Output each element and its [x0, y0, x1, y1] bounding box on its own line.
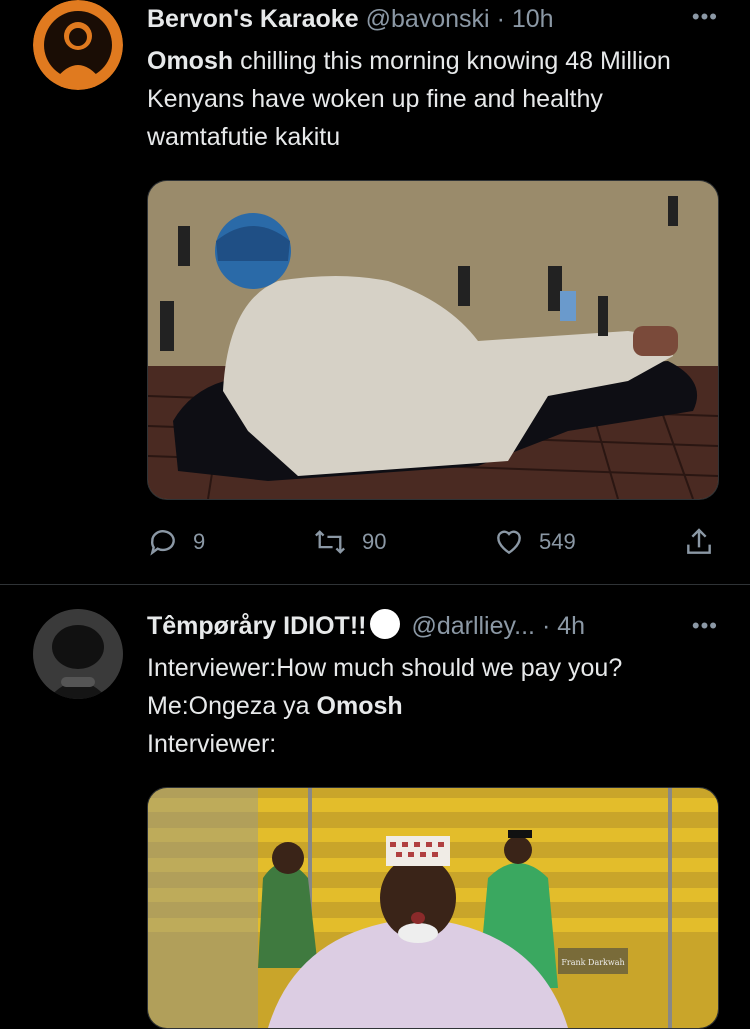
tweet-divider	[0, 584, 750, 585]
heart-icon	[497, 530, 521, 555]
reply-button[interactable]: 9	[147, 526, 205, 558]
tweet-line-3: Interviewer:	[147, 730, 277, 758]
tweet-photo[interactable]	[147, 180, 719, 500]
retweet-button[interactable]: 90	[312, 526, 386, 558]
author-name[interactable]: Têmpøråry IDIOT!!	[147, 612, 366, 640]
tweet-text: Interviewer:How much should we pay you? …	[147, 649, 717, 763]
more-options-icon[interactable]: •••	[692, 4, 718, 30]
photo-watermark: Frank Darkwah	[561, 958, 624, 967]
tweet-time[interactable]: · 10h	[497, 5, 554, 33]
author-avatar[interactable]	[33, 0, 123, 90]
share-button[interactable]	[683, 526, 715, 558]
like-button[interactable]: 549	[493, 526, 576, 558]
tweet-line-2-text: Me:Ongeza ya	[147, 692, 317, 720]
bold-mention: Omosh	[316, 692, 403, 720]
tweet-text: Omosh chilling this morning knowing 48 M…	[147, 42, 717, 156]
tweet-actions: 9 90 549	[147, 526, 717, 566]
retweet-icon	[315, 530, 345, 554]
like-count: 549	[539, 529, 576, 554]
tweet-line-2: Me:Ongeza ya Omosh	[147, 687, 717, 725]
share-icon	[687, 528, 711, 554]
retweet-count: 90	[362, 529, 387, 554]
reply-count: 9	[193, 529, 206, 554]
tweet-time[interactable]: · 4h	[542, 612, 585, 640]
more-options-icon[interactable]: •••	[692, 613, 718, 639]
author-name[interactable]: Bervon's Karaoke	[147, 5, 359, 33]
tweet-header: Bervon's Karaoke @bavonski · 10h	[147, 2, 554, 36]
author-avatar[interactable]	[33, 609, 123, 699]
tweet-photo[interactable]: Frank Darkwah	[147, 787, 719, 1029]
white-circle-icon	[370, 609, 401, 639]
tweet-header: Têmpøråry IDIOT!! @darlliey... · 4h	[147, 609, 585, 643]
author-handle[interactable]: @darlliey...	[411, 612, 535, 640]
tweet-1[interactable]: Bervon's Karaoke @bavonski · 10h ••• Omo…	[0, 0, 750, 584]
author-handle[interactable]: @bavonski	[366, 5, 490, 33]
reply-icon	[150, 530, 175, 556]
tweet-2[interactable]: Têmpøråry IDIOT!! @darlliey... · 4h ••• …	[0, 605, 750, 1029]
tweet-line-1: Interviewer:How much should we pay you?	[147, 654, 623, 682]
bold-mention: Omosh	[147, 47, 234, 75]
